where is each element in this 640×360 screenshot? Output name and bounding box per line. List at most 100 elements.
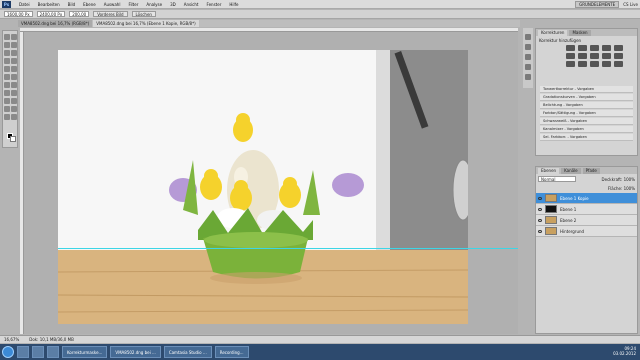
photoshop-logo[interactable]: Ps — [2, 0, 11, 8]
posterize-icon[interactable] — [578, 61, 587, 67]
menu-auswahl[interactable]: Auswahl — [100, 2, 125, 7]
front-image-button[interactable]: Vorderes Bild — [93, 11, 128, 17]
shape-tool-icon[interactable] — [11, 98, 17, 104]
eyedropper-tool-icon[interactable] — [11, 50, 17, 56]
preset-selective-color[interactable]: Sel. Farbkorr. - Vorgaben — [540, 134, 633, 141]
exposure-icon[interactable] — [602, 45, 611, 51]
document-canvas-photo[interactable] — [58, 50, 468, 324]
taskbar-button[interactable]: Korrekturmaske... — [62, 346, 108, 358]
blend-mode-select[interactable]: Normal — [538, 176, 576, 182]
taskbar-button[interactable]: Camtasia Studio ... — [163, 346, 212, 358]
hand-tool-icon[interactable] — [4, 114, 10, 120]
fill-value[interactable]: 100% — [624, 186, 635, 191]
clear-button[interactable]: Löschen — [131, 11, 156, 17]
type-tool-icon[interactable] — [11, 90, 17, 96]
brush-panel-icon[interactable] — [525, 54, 531, 60]
tab-korrekturen[interactable]: Korrekturen — [538, 30, 568, 36]
brush-tool-icon[interactable] — [11, 58, 17, 64]
fill-control[interactable]: Fläche: 100% — [608, 186, 635, 191]
menu-fenster[interactable]: Fenster — [203, 2, 226, 7]
vertical-ruler[interactable] — [20, 32, 24, 334]
zoom-level[interactable]: 16,67% — [4, 337, 19, 342]
history-panel-icon[interactable] — [525, 34, 531, 40]
taskbar-button[interactable]: VMA8502.dng bei ... — [110, 346, 161, 358]
menu-3d[interactable]: 3D — [166, 2, 180, 7]
photo-filter-icon[interactable] — [602, 53, 611, 59]
explorer-taskbar-icon[interactable] — [17, 346, 29, 358]
black-white-icon[interactable] — [590, 53, 599, 59]
vibrance-icon[interactable] — [614, 45, 623, 51]
character-panel-icon[interactable] — [525, 74, 531, 80]
curves-icon[interactable] — [590, 45, 599, 51]
tab-ebenen[interactable]: Ebenen — [538, 168, 560, 174]
zoom-tool-icon[interactable] — [11, 114, 17, 120]
opacity-value[interactable]: 100% — [624, 177, 635, 182]
layer-row[interactable]: Ebene 1 Kopie — [536, 193, 637, 204]
history-brush-tool-icon[interactable] — [11, 66, 17, 72]
background-color-swatch[interactable] — [10, 136, 16, 142]
marquee-tool-icon[interactable] — [11, 34, 17, 40]
layer-row[interactable]: Ebene 1 — [536, 204, 637, 215]
dodge-tool-icon[interactable] — [11, 82, 17, 88]
system-clock[interactable]: 09:24 03.02.2012 — [613, 346, 636, 356]
visibility-eye-icon[interactable] — [538, 196, 542, 200]
preset-curves[interactable]: Gradationskurven - Vorgaben — [540, 94, 633, 101]
invert-icon[interactable] — [566, 61, 575, 67]
menu-ansicht[interactable]: Ansicht — [180, 2, 203, 7]
tab-pfade[interactable]: Pfade — [582, 168, 600, 174]
menu-ebene[interactable]: Ebene — [79, 2, 100, 7]
menu-bearbeiten[interactable]: Bearbeiten — [34, 2, 64, 7]
horizontal-ruler[interactable] — [20, 28, 518, 32]
color-balance-icon[interactable] — [578, 53, 587, 59]
preset-channel-mixer[interactable]: Kanalmixer - Vorgaben — [540, 126, 633, 133]
taskbar-button[interactable]: Recording... — [214, 346, 249, 358]
tab-masken[interactable]: Masken — [569, 30, 591, 36]
healing-tool-icon[interactable] — [4, 58, 10, 64]
blur-tool-icon[interactable] — [4, 82, 10, 88]
clone-source-panel-icon[interactable] — [525, 64, 531, 70]
tab-kanaele[interactable]: Kanäle — [561, 168, 581, 174]
start-button-icon[interactable] — [2, 346, 14, 358]
stamp-tool-icon[interactable] — [4, 66, 10, 72]
3d-rotate-tool-icon[interactable] — [4, 106, 10, 112]
eraser-tool-icon[interactable] — [4, 74, 10, 80]
doc-tab-2[interactable]: VMA8502.dng bei 16,7% (Ebene 1 Kopie, RG… — [93, 20, 199, 27]
workspace-switcher[interactable]: GRUNDELEMENTE — [575, 1, 620, 8]
layer-row[interactable]: Hintergrund — [536, 226, 637, 237]
actions-panel-icon[interactable] — [525, 44, 531, 50]
crop-tool-icon[interactable] — [4, 50, 10, 56]
visibility-eye-icon[interactable] — [538, 207, 542, 211]
menu-analyse[interactable]: Analyse — [142, 2, 166, 7]
pen-tool-icon[interactable] — [4, 90, 10, 96]
gradient-map-icon[interactable] — [602, 61, 611, 67]
preset-hue-saturation[interactable]: Farbton/Sättigung - Vorgaben — [540, 110, 633, 117]
threshold-icon[interactable] — [590, 61, 599, 67]
media-player-taskbar-icon[interactable] — [32, 346, 44, 358]
lasso-tool-icon[interactable] — [4, 42, 10, 48]
height-field[interactable]: 2400,00 Px — [36, 11, 66, 17]
channel-mixer-icon[interactable] — [614, 53, 623, 59]
doc-tab-1[interactable]: VMA8502.dng bei 16,7% (RGB/8*) — [18, 20, 93, 27]
guide-line[interactable] — [58, 248, 518, 249]
menu-bild[interactable]: Bild — [64, 2, 80, 7]
preset-levels[interactable]: Tonwertkorrektur - Vorgaben — [540, 86, 633, 93]
path-select-tool-icon[interactable] — [4, 98, 10, 104]
move-tool-icon[interactable] — [4, 34, 10, 40]
selective-color-icon[interactable] — [614, 61, 623, 67]
visibility-eye-icon[interactable] — [538, 229, 542, 233]
layer-row[interactable]: Ebene 2 — [536, 215, 637, 226]
preset-black-white[interactable]: Schwarzweiß - Vorgaben — [540, 118, 633, 125]
gradient-tool-icon[interactable] — [11, 74, 17, 80]
menu-filter[interactable]: Filter — [124, 2, 142, 7]
levels-icon[interactable] — [578, 45, 587, 51]
firefox-taskbar-icon[interactable] — [47, 346, 59, 358]
visibility-eye-icon[interactable] — [538, 218, 542, 222]
opacity-control[interactable]: Deckkraft: 100% — [602, 177, 635, 182]
cslive-button[interactable]: CS Live — [623, 2, 638, 7]
brightness-contrast-icon[interactable] — [566, 45, 575, 51]
hue-saturation-icon[interactable] — [566, 53, 575, 59]
menu-datei[interactable]: Datei — [15, 2, 34, 7]
3d-orbit-tool-icon[interactable] — [11, 106, 17, 112]
resolution-field[interactable]: 200,00 — [69, 11, 90, 17]
preset-exposure[interactable]: Belichtung - Vorgaben — [540, 102, 633, 109]
